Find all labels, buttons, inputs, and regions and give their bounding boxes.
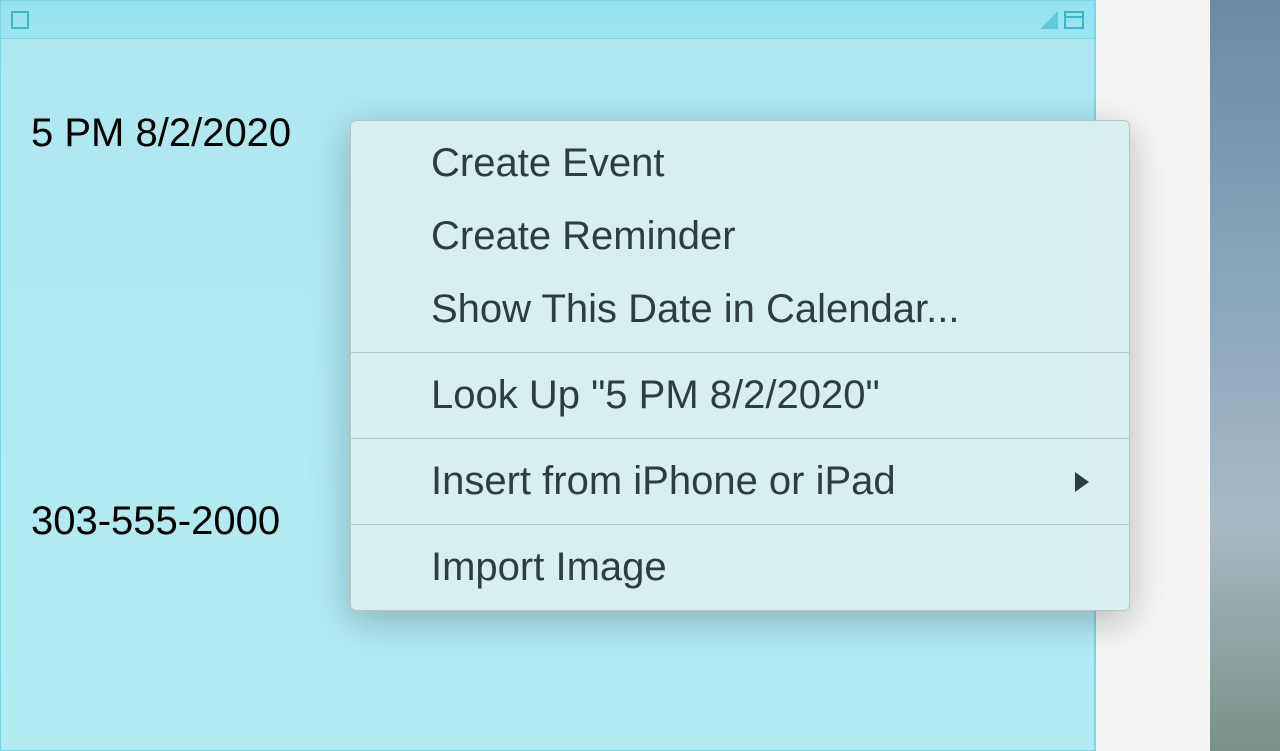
context-menu: Create Event Create Reminder Show This D… [350, 120, 1130, 611]
title-bar-left [11, 11, 29, 29]
square-icon[interactable] [11, 11, 29, 29]
menu-section-lookup: Look Up "5 PM 8/2/2020" [351, 353, 1129, 438]
resize-icon[interactable] [1040, 11, 1058, 29]
menu-label: Import Image [431, 545, 667, 590]
menu-label: Insert from iPhone or iPad [431, 459, 896, 504]
menu-item-show-date-calendar[interactable]: Show This Date in Calendar... [351, 273, 1129, 346]
menu-item-import-image[interactable]: Import Image [351, 531, 1129, 604]
menu-item-create-reminder[interactable]: Create Reminder [351, 200, 1129, 273]
menu-label: Create Event [431, 141, 664, 186]
menu-section-import: Import Image [351, 525, 1129, 610]
menu-item-create-event[interactable]: Create Event [351, 127, 1129, 200]
menu-label: Show This Date in Calendar... [431, 287, 959, 332]
menu-section-insert: Insert from iPhone or iPad [351, 439, 1129, 524]
menu-item-lookup[interactable]: Look Up "5 PM 8/2/2020" [351, 359, 1129, 432]
menu-label: Look Up "5 PM 8/2/2020" [431, 373, 880, 418]
menu-section-date: Create Event Create Reminder Show This D… [351, 121, 1129, 352]
chevron-right-icon [1075, 472, 1089, 492]
title-bar[interactable] [1, 1, 1094, 39]
desktop-photo-strip [1210, 0, 1280, 751]
title-bar-right [1040, 11, 1084, 29]
menu-label: Create Reminder [431, 214, 736, 259]
window-icon[interactable] [1064, 11, 1084, 29]
menu-item-insert-iphone-ipad[interactable]: Insert from iPhone or iPad [351, 445, 1129, 518]
